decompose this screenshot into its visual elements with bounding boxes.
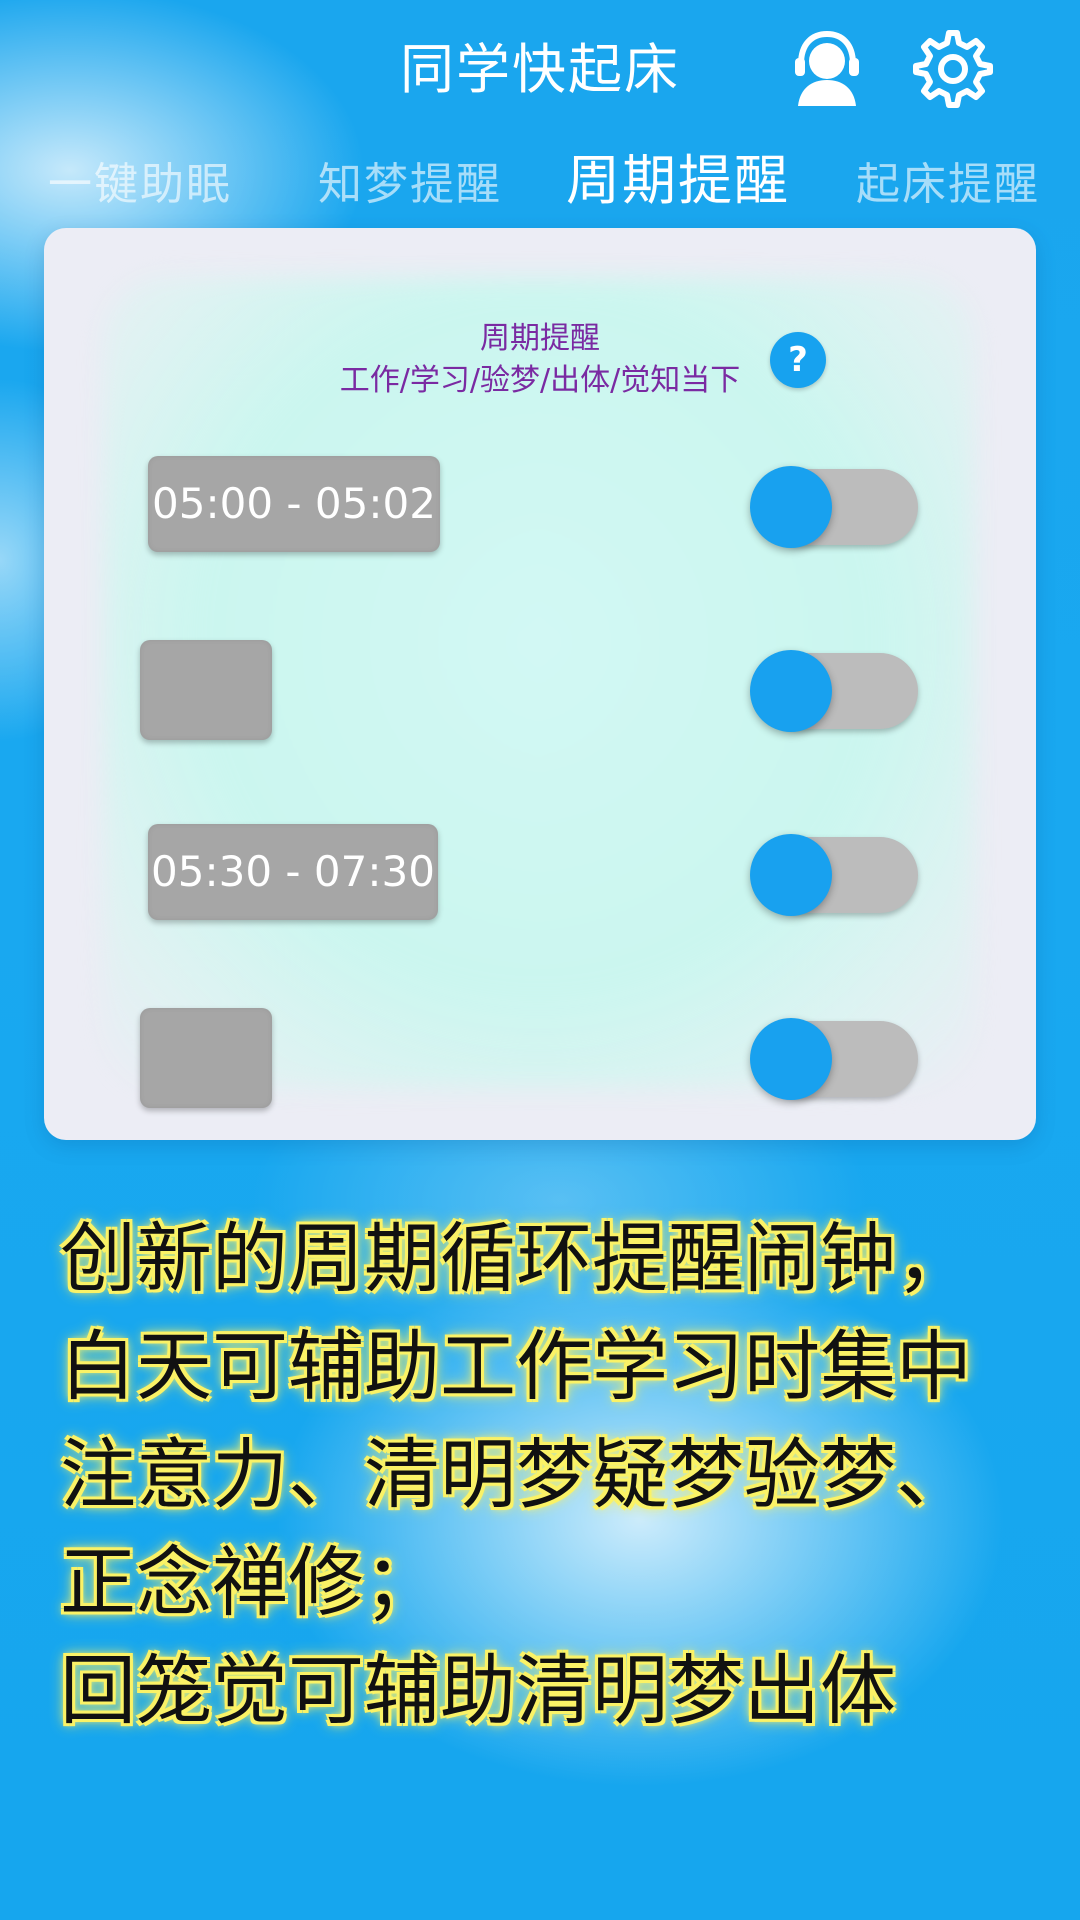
promo-line: 回笼觉可辅助清明梦出体 <box>60 1646 896 1735</box>
customer-service-headset-icon <box>795 30 859 106</box>
gear-icon <box>913 30 993 108</box>
toggle-knob <box>750 834 832 916</box>
reminder-toggle[interactable] <box>750 466 918 548</box>
reminder-toggle[interactable] <box>750 834 918 916</box>
toggle-knob <box>750 1018 832 1100</box>
promo-line: 创新的周期循环提醒闹钟， <box>60 1214 972 1303</box>
help-button[interactable]: ? <box>770 332 826 388</box>
toggle-knob <box>750 466 832 548</box>
card-header: 周期提醒 工作/学习/验梦/出体/觉知当下 <box>44 318 1036 402</box>
reminder-row <box>44 640 1036 750</box>
customer-service-button[interactable] <box>782 24 872 114</box>
tab-cycle-reminder[interactable]: 周期提醒 <box>566 146 790 216</box>
card-title: 周期提醒 <box>480 321 600 356</box>
promo-line: 正念禅修； <box>60 1538 440 1627</box>
reminder-row: 05:30 - 07:30 <box>44 824 1036 934</box>
promo-line: 注意力、清明梦疑梦验梦、 <box>60 1430 972 1519</box>
time-range-button[interactable]: 05:30 - 07:30 <box>148 824 438 920</box>
promo-caption: 创新的周期循环提醒闹钟， 白天可辅助工作学习时集中 注意力、清明梦疑梦验梦、 正… <box>60 1205 1050 1745</box>
app-title: 同学快起床 <box>400 38 680 101</box>
reminder-row: 05:00 - 05:02 <box>44 456 1036 566</box>
time-range-button[interactable]: 05:00 - 05:02 <box>148 456 440 552</box>
tab-wake-up-reminder[interactable]: 起床提醒 <box>856 150 1040 220</box>
time-range-button[interactable] <box>140 640 272 740</box>
reminder-toggle[interactable] <box>750 1018 918 1100</box>
time-range-button[interactable] <box>140 1008 272 1108</box>
tab-lucid-dream-reminder[interactable]: 知梦提醒 <box>318 150 502 220</box>
settings-button[interactable] <box>908 24 998 114</box>
toggle-knob <box>750 650 832 732</box>
cycle-reminder-card: 周期提醒 工作/学习/验梦/出体/觉知当下 ? 05:00 - 05:02 05… <box>44 228 1036 1140</box>
tab-sleep-aid[interactable]: 一键助眠 <box>48 150 232 220</box>
card-subtitle: 工作/学习/验梦/出体/觉知当下 <box>339 363 741 398</box>
tab-bar: 一键助眠 知梦提醒 周期提醒 起床提醒 <box>0 149 1080 230</box>
promo-line: 白天可辅助工作学习时集中 <box>60 1322 972 1411</box>
reminder-row <box>44 1008 1036 1118</box>
reminder-toggle[interactable] <box>750 650 918 732</box>
